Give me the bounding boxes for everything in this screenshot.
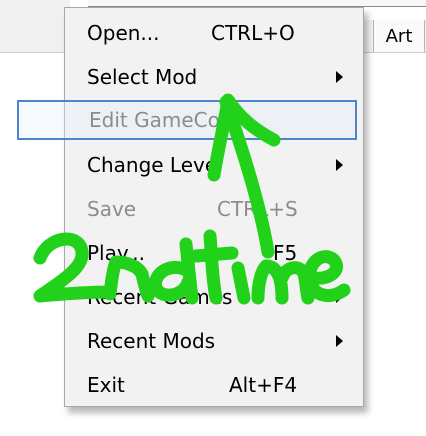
menu-item-shortcut: F5 <box>273 241 298 265</box>
menu-item-label: Save <box>87 197 137 221</box>
tab-art[interactable]: Art <box>373 20 425 52</box>
menu-item-shortcut: CTRL+O <box>211 21 295 45</box>
menu-item-open[interactable]: Open... CTRL+O <box>65 12 363 54</box>
menu-item-recent-mods[interactable]: Recent Mods <box>65 320 363 362</box>
menu-item-label: Select Mod <box>87 65 198 89</box>
menu-item-recent-games[interactable]: Recent Games <box>65 276 363 318</box>
file-menu-popup: Open... CTRL+O Select Mod Edit GameCo...… <box>17 7 364 407</box>
menu-item-edit-gameconfig[interactable]: Edit GameCo... <box>17 100 357 140</box>
background-toolbar <box>0 0 70 53</box>
submenu-arrow-icon <box>336 335 343 347</box>
menu-item-label: Recent Games <box>87 285 233 309</box>
menu-item-select-mod[interactable]: Select Mod <box>65 56 363 98</box>
submenu-arrow-icon <box>336 159 343 171</box>
menu-item-change-level[interactable]: Change Level <box>65 144 363 186</box>
menu-item-label: Exit <box>87 373 125 397</box>
menu-item-label: Change Level <box>87 153 223 177</box>
background-top-bar <box>88 0 426 7</box>
background-panel-left <box>0 0 70 436</box>
submenu-arrow-icon <box>336 291 343 303</box>
menu-item-save[interactable]: Save CTRL+S <box>65 188 363 230</box>
menu-item-exit[interactable]: Exit Alt+F4 <box>65 364 363 406</box>
menu-item-label: Play... <box>87 241 145 265</box>
menu-item-label: Open... <box>87 21 160 45</box>
menu-item-label: Edit GameCo... <box>89 108 239 132</box>
submenu-arrow-icon <box>336 71 343 83</box>
menu-item-shortcut: CTRL+S <box>217 197 298 221</box>
menu-item-shortcut: Alt+F4 <box>229 373 298 397</box>
menu-item-label: Recent Mods <box>87 329 216 353</box>
menu-item-play[interactable]: Play... F5 <box>65 232 363 274</box>
